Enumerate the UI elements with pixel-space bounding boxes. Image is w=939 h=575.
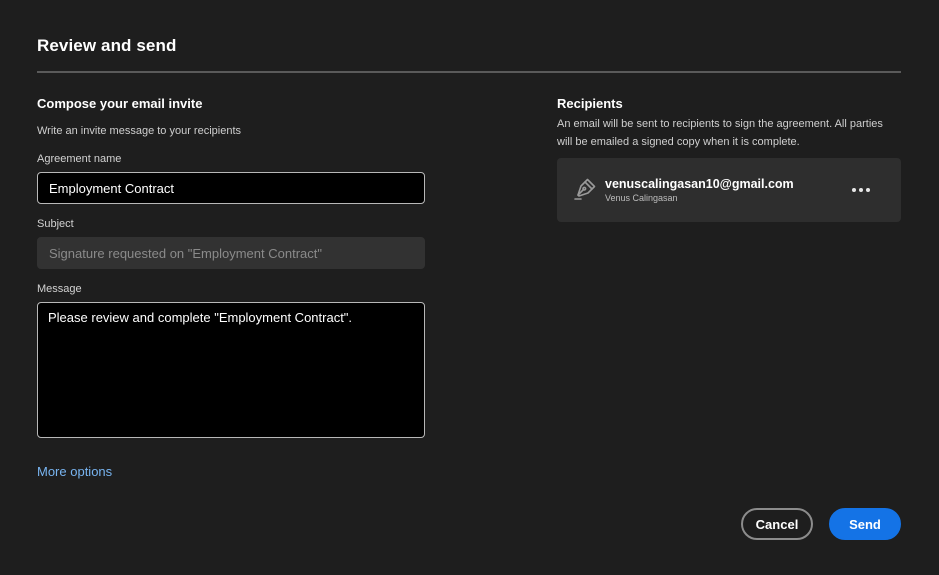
compose-description: Write an invite message to your recipien…: [37, 125, 241, 137]
dot: [859, 188, 863, 192]
review-and-send-dialog: Review and send Compose your email invit…: [0, 0, 939, 575]
subject-label: Subject: [37, 218, 74, 230]
pen-icon: [572, 178, 596, 202]
header-divider: [37, 71, 901, 73]
send-button[interactable]: Send: [829, 508, 901, 540]
dialog-title: Review and send: [37, 36, 177, 55]
subject-input[interactable]: [37, 237, 425, 269]
agreement-name-label: Agreement name: [37, 153, 122, 165]
more-actions-icon[interactable]: [847, 180, 875, 200]
message-textarea[interactable]: Please review and complete "Employment C…: [37, 302, 425, 438]
dot: [866, 188, 870, 192]
recipients-description: An email will be sent to recipients to s…: [557, 118, 883, 148]
message-label: Message: [37, 283, 82, 295]
recipients-heading: Recipients: [557, 96, 623, 111]
dot: [852, 188, 856, 192]
recipient-email: venuscalingasan10@gmail.com: [605, 177, 794, 191]
agreement-name-input[interactable]: [37, 172, 425, 204]
cancel-button[interactable]: Cancel: [741, 508, 813, 540]
more-options-link[interactable]: More options: [37, 464, 112, 479]
compose-heading: Compose your email invite: [37, 96, 203, 111]
recipient-card[interactable]: venuscalingasan10@gmail.com Venus Caling…: [557, 158, 901, 222]
recipient-name: Venus Calingasan: [605, 193, 678, 203]
